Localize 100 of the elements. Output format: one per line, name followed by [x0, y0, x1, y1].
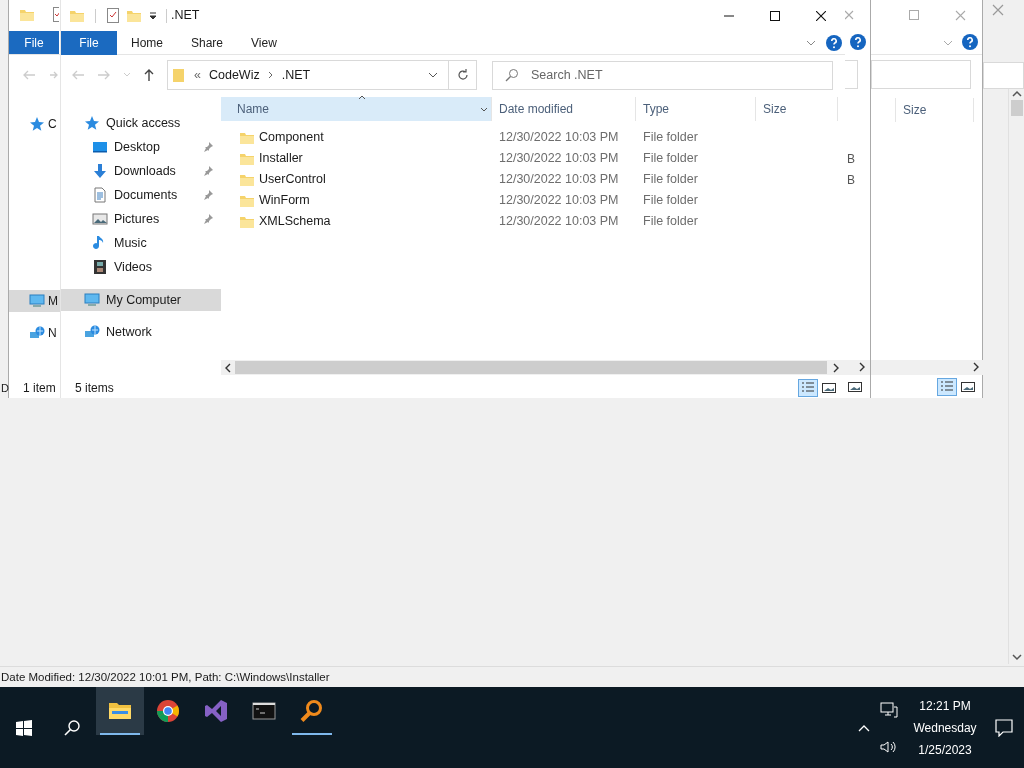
chevron-down-icon: [480, 107, 488, 112]
download-icon: [92, 163, 108, 179]
help-icon[interactable]: [826, 34, 842, 51]
nav-item[interactable]: Videos: [61, 255, 221, 279]
search-field[interactable]: [983, 62, 1024, 89]
checklist-icon[interactable]: [106, 7, 120, 24]
nav-item[interactable]: Quick access: [61, 112, 221, 134]
clock[interactable]: 12:21 PM Wednesday 1/25/2023: [906, 694, 984, 761]
scroll-up-icon[interactable]: [1011, 90, 1022, 98]
nav-item[interactable]: Music: [61, 231, 221, 255]
scroll-thumb[interactable]: [1010, 100, 1023, 116]
star-icon: [84, 115, 100, 131]
folder-icon: [172, 67, 186, 83]
refresh-icon: [456, 69, 469, 81]
file-name[interactable]: WinForm: [259, 191, 310, 210]
close-icon[interactable]: [844, 10, 854, 20]
table-cell-text: File folder: [643, 150, 699, 168]
tiles-view-icon[interactable]: [961, 381, 975, 393]
chevron-right-icon: [267, 71, 274, 79]
table-cell-text: 12/30/2022 10:03 PM: [499, 129, 620, 147]
window-title: .NET: [171, 7, 200, 25]
maximize-icon: [770, 10, 780, 21]
checklist-icon[interactable]: [53, 7, 59, 23]
folder-icon: [19, 7, 35, 23]
ribbon-tab[interactable]: Share: [177, 30, 238, 55]
computer-icon: [84, 292, 100, 308]
close-icon[interactable]: [955, 10, 966, 21]
horizontal-scrollbar[interactable]: [871, 360, 984, 375]
table-cell-text: B: [847, 151, 856, 168]
nav-item[interactable]: My Computer: [61, 289, 221, 311]
help-icon[interactable]: [962, 34, 978, 50]
tiles-view-icon[interactable]: [848, 381, 862, 393]
table-cell-text: File folder: [643, 192, 699, 210]
dropdown-icon[interactable]: [148, 10, 158, 21]
film-icon: [92, 259, 108, 275]
network-icon: [84, 324, 100, 340]
table-cell-text: 12/30/2022 10:03 PM: [499, 150, 620, 168]
tiles-view-icon[interactable]: [822, 382, 836, 394]
ribbon-tab[interactable]: File: [61, 30, 117, 55]
nav-item[interactable]: M: [9, 290, 61, 312]
speech-bubble-icon: [995, 718, 1013, 737]
file-name[interactable]: Component: [259, 128, 324, 147]
search-input[interactable]: Search .NET: [531, 61, 821, 89]
nav-item[interactable]: Downloads: [61, 159, 221, 183]
sort-up-icon: [358, 95, 366, 100]
horizontal-scrollbar[interactable]: [845, 360, 870, 375]
chevron-down-icon[interactable]: [806, 39, 816, 46]
scroll-left-icon: [225, 362, 231, 373]
star-icon: [29, 116, 45, 132]
up-arrow-icon[interactable]: [143, 68, 155, 82]
breadcrumb-item[interactable]: CodeWiz: [208, 65, 260, 85]
column-header[interactable]: Size: [756, 97, 838, 121]
column-header[interactable]: Name: [221, 97, 492, 121]
scroll-right-icon[interactable]: [859, 362, 865, 372]
nav-item[interactable]: Desktop: [61, 135, 221, 159]
nav-item[interactable]: C: [9, 113, 61, 135]
search-icon: [64, 719, 80, 736]
ribbon-tab[interactable]: View: [237, 30, 291, 55]
breadcrumb-item[interactable]: «: [194, 65, 201, 85]
nav-item[interactable]: N: [9, 322, 61, 344]
chevron-up-icon[interactable]: [858, 723, 870, 732]
file-name[interactable]: XMLSchema: [259, 212, 331, 231]
volume-icon[interactable]: [880, 739, 898, 754]
column-header[interactable]: Date modified: [492, 97, 636, 121]
file-name[interactable]: UserControl: [259, 170, 326, 189]
windows-logo-icon: [16, 719, 32, 736]
maximize-icon[interactable]: [909, 10, 919, 20]
vertical-scrollbar[interactable]: [1008, 89, 1024, 664]
file-name[interactable]: Installer: [259, 149, 303, 168]
visual-studio-icon: [204, 698, 228, 723]
computer-icon: [29, 293, 45, 309]
status-text: D: [1, 381, 9, 396]
network-icon: [29, 325, 45, 341]
picture-icon: [92, 211, 108, 227]
address-bar[interactable]: « CodeWiz .NET: [167, 60, 477, 90]
ribbon-tab[interactable]: Home: [117, 30, 177, 55]
nav-item[interactable]: Network: [61, 321, 221, 343]
nav-item[interactable]: Pictures: [61, 207, 221, 231]
chrome-icon: [156, 698, 180, 723]
horizontal-scrollbar[interactable]: [221, 360, 845, 375]
help-icon[interactable]: [850, 34, 866, 50]
column-header[interactable]: Type: [636, 97, 756, 121]
column-header[interactable]: Size: [895, 98, 974, 122]
search-field[interactable]: [871, 60, 971, 89]
status-text: 1 item: [23, 380, 56, 396]
table-cell-text: 12/30/2022 10:03 PM: [499, 192, 620, 210]
taskbar-app[interactable]: [96, 686, 144, 735]
nav-item[interactable]: Documents: [61, 183, 221, 207]
scroll-right-icon[interactable]: [973, 362, 979, 372]
scroll-thumb[interactable]: [235, 361, 827, 374]
table-cell-text: File folder: [643, 129, 699, 147]
magnifier-icon: [300, 698, 324, 723]
ribbon-tab[interactable]: File: [9, 31, 59, 55]
network-icon[interactable]: [880, 701, 898, 718]
breadcrumb-item[interactable]: .NET: [281, 65, 311, 85]
close-icon[interactable]: [992, 4, 1004, 16]
search-field[interactable]: Search .NET: [492, 60, 833, 90]
table-cell-text: File folder: [643, 171, 699, 189]
chevron-down-icon[interactable]: [428, 72, 438, 78]
scroll-down-icon[interactable]: [1011, 653, 1022, 661]
